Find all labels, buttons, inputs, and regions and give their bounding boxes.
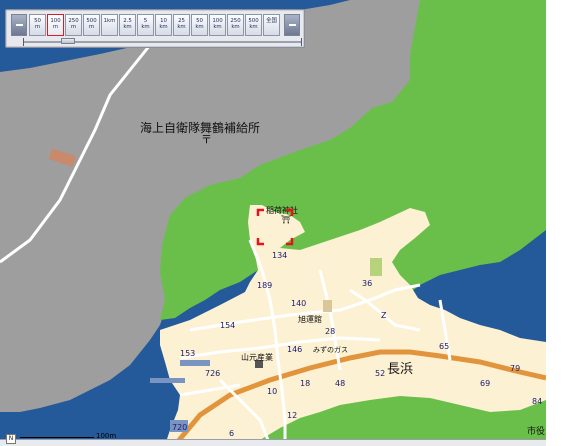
zoom-out-button[interactable] [11, 14, 27, 36]
scale-label: 50 [196, 18, 203, 24]
block-number-label: 69 [480, 379, 490, 388]
block-number-label: 6 [229, 429, 234, 438]
government-office-symbol: 〒 [201, 133, 212, 146]
scale-unit: km [141, 24, 150, 31]
block-number-label: Z [381, 311, 387, 320]
right-gutter [546, 0, 577, 445]
block-number-label: 154 [220, 321, 235, 330]
block-number-label: 189 [257, 281, 272, 290]
block-number-label: 134 [272, 251, 287, 260]
scale-label: 25 [178, 18, 185, 24]
scale-toolbar: 50 m 100 m 250 m 500 m 1km 2.5 km 5 km 10 km 25… [5, 9, 305, 48]
label-ryokan: 旭運館 [298, 314, 322, 324]
scale-unit: km [159, 24, 168, 31]
block-number-label: 726 [205, 369, 220, 378]
block-number-label: 36 [362, 279, 372, 288]
scale-button-nationwide[interactable]: 全国 [263, 14, 280, 36]
block-number-label: 12 [287, 411, 297, 420]
block-number-label: 18 [300, 379, 310, 388]
block-number-label: 48 [335, 379, 345, 388]
map-graphics: 海上自衛隊舞鶴補給所 〒 稲荷神社 ⛩ 旭運館 山元産業 みずのガス 長浜 13… [0, 0, 546, 445]
scale-unit: m [88, 24, 95, 31]
scale-button-100km[interactable]: 100 km [209, 14, 226, 36]
scale-unit: km [195, 24, 204, 31]
building [323, 300, 332, 312]
scale-unit: km [213, 24, 222, 31]
label-city-office: 市役 [527, 427, 546, 437]
label-area-nagahama: 長浜 [387, 362, 413, 377]
scale-unit: m [52, 24, 59, 31]
scale-label: 100 [50, 18, 61, 24]
label-company-yamamoto: 山元産業 [241, 352, 273, 362]
zoom-in-button[interactable] [284, 14, 300, 36]
scale-label: 1km [103, 18, 116, 24]
scale-label: 250 [68, 18, 79, 24]
block-number-label: 52 [375, 369, 385, 378]
label-gas: みずのガス [313, 345, 348, 354]
zoom-slider-end [301, 38, 302, 46]
block-number-label: 28 [325, 327, 335, 336]
block-number-label: 65 [439, 342, 449, 351]
scale-unit: km [249, 24, 258, 31]
block-number-label: 84 [532, 397, 542, 406]
scale-label: 500 [248, 18, 259, 24]
label-jmsdf-depot: 海上自衛隊舞鶴補給所 [140, 120, 260, 135]
map-canvas[interactable]: 海上自衛隊舞鶴補給所 〒 稲荷神社 ⛩ 旭運館 山元産業 みずのガス 長浜 13… [0, 0, 546, 445]
block-number-label: 146 [287, 345, 302, 354]
scale-unit: km [123, 24, 132, 31]
scale-label: 50 [34, 18, 41, 24]
scale-button-10km[interactable]: 10 km [155, 14, 172, 36]
block-number-label: 10 [267, 387, 277, 396]
scale-unit: km [177, 24, 186, 31]
scale-unit: m [34, 24, 41, 31]
block-number-label: 720 [172, 423, 187, 432]
scale-label: 2.5 [123, 18, 132, 24]
building-field [370, 258, 382, 276]
scale-button-50km[interactable]: 50 km [191, 14, 208, 36]
scale-label: 500 [86, 18, 97, 24]
scale-unit: km [231, 24, 240, 31]
scale-button-500m[interactable]: 500 m [83, 14, 100, 36]
zoom-slider-thumb[interactable] [61, 38, 75, 44]
north-icon: N [6, 434, 16, 444]
block-number-label: 79 [510, 364, 520, 373]
scale-button-25km[interactable]: 25 km [173, 14, 190, 36]
scale-bar-label: 100m [96, 432, 117, 440]
block-number-label: 153 [180, 349, 195, 358]
scale-button-500km[interactable]: 500 km [245, 14, 262, 36]
scale-bar [20, 434, 94, 438]
scale-button-100m[interactable]: 100 m [47, 14, 64, 36]
scale-unit: m [70, 24, 77, 31]
scale-button-250m[interactable]: 250 m [65, 14, 82, 36]
block-number-label: 140 [291, 299, 306, 308]
scale-button-1km[interactable]: 1km [101, 14, 118, 36]
scale-button-2-5km[interactable]: 2.5 km [119, 14, 136, 36]
scale-label: 10 [160, 18, 167, 24]
scale-label: 全国 [266, 18, 277, 24]
scale-label: 100 [212, 18, 223, 24]
shrine-icon: ⛩ [281, 215, 291, 224]
scale-button-250km[interactable]: 250 km [227, 14, 244, 36]
scale-button-50m[interactable]: 50 m [29, 14, 46, 36]
zoom-slider-end [23, 38, 24, 46]
scale-button-5km[interactable]: 5 km [137, 14, 154, 36]
scale-label: 250 [230, 18, 241, 24]
scale-label: 5 [143, 18, 148, 24]
